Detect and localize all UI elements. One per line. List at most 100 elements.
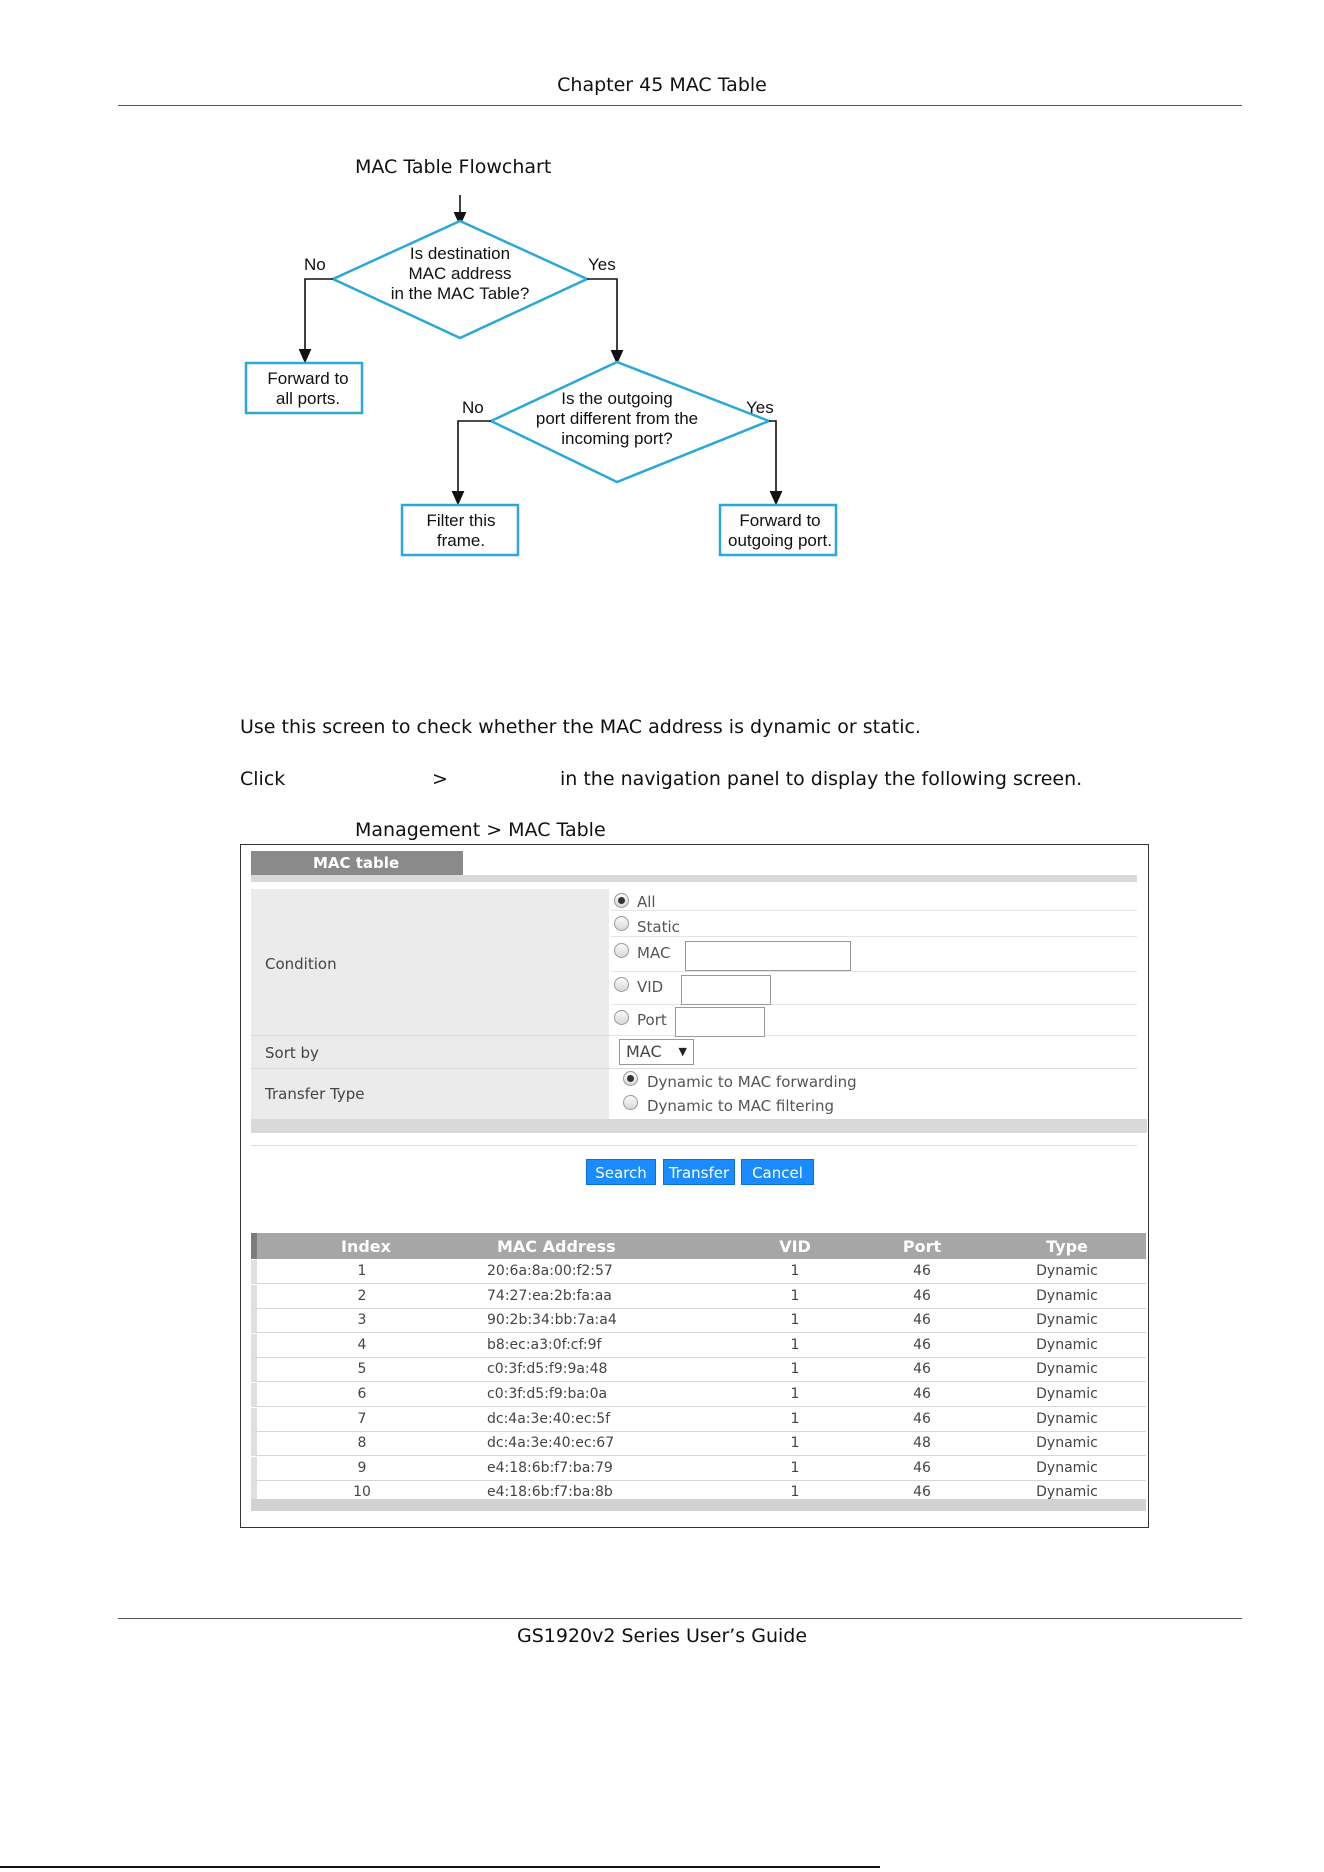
transfer-filtering-radio[interactable] — [623, 1095, 638, 1110]
cell-port: 46 — [913, 1312, 931, 1329]
condition-all-radio[interactable] — [614, 893, 629, 908]
cell-index: 3 — [357, 1312, 367, 1329]
cell-mac-address: c0:3f:d5:f9:ba:0a — [487, 1386, 608, 1402]
forward-all-line2: all ports. — [276, 389, 340, 408]
cell-port: 46 — [913, 1336, 931, 1353]
cell-type: Dynamic — [1036, 1435, 1098, 1452]
click-word: Click — [240, 768, 286, 790]
vid-input[interactable] — [681, 975, 771, 1005]
condition-row-static — [611, 911, 1137, 937]
cell-index: 1 — [357, 1263, 367, 1279]
cell-mac-address: e4:18:6b:f7:ba:8b — [487, 1484, 613, 1501]
filter-line2: frame. — [437, 531, 485, 550]
decision2-yes-label: Yes — [746, 398, 774, 417]
table-footer-bar — [251, 1499, 1146, 1511]
decision2-line1: Is the outgoing — [561, 389, 673, 408]
table-row[interactable]: 7 dc:4a:3e:40:ec:5f 1 46 Dynamic — [251, 1407, 1146, 1432]
page-footer: GS1920v2 Series User’s Guide — [516, 1625, 808, 1647]
mac-input[interactable] — [685, 941, 851, 971]
cell-index: 6 — [357, 1386, 367, 1402]
decision1-line2: MAC address — [409, 264, 512, 283]
cell-type: Dynamic — [1036, 1287, 1098, 1304]
cell-type: Dynamic — [1036, 1312, 1098, 1329]
cell-mac-address: 90:2b:34:bb:7a:a4 — [487, 1312, 617, 1329]
cell-port: 46 — [913, 1263, 931, 1279]
condition-mac-label: MAC — [637, 944, 671, 962]
table-row[interactable]: 5 c0:3f:d5:f9:9a:48 1 46 Dynamic — [251, 1358, 1146, 1383]
row-separator — [251, 1068, 1137, 1069]
table-row[interactable]: 4 b8:ec:a3:0f:cf:9f 1 46 Dynamic — [251, 1333, 1146, 1358]
condition-all-label: All — [637, 893, 656, 911]
table-row[interactable]: 6 c0:3f:d5:f9:ba:0a 1 46 Dynamic — [251, 1383, 1146, 1407]
table-row[interactable]: 9 e4:18:6b:f7:ba:79 1 46 Dynamic — [251, 1456, 1146, 1481]
header-port: Port — [902, 1237, 942, 1256]
transfer-button[interactable]: Transfer — [663, 1159, 735, 1185]
condition-port-label: Port — [637, 1011, 667, 1029]
cell-vid: 1 — [790, 1361, 800, 1378]
table-row[interactable]: 2 74:27:ea:2b:fa:aa 1 46 Dynamic — [251, 1284, 1146, 1309]
cell-mac-address: 74:27:ea:2b:fa:aa — [487, 1287, 612, 1304]
cell-index: 10 — [353, 1484, 371, 1501]
intro-paragraph: Use this screen to check whether the MAC… — [240, 716, 921, 738]
cell-port: 48 — [913, 1435, 931, 1452]
decision1-yes-label: Yes — [588, 255, 616, 274]
cell-mac-address: e4:18:6b:f7:ba:79 — [487, 1459, 613, 1476]
footer-rule — [118, 1618, 1242, 1619]
sort-by-select[interactable]: MAC ▼ — [619, 1039, 694, 1065]
header-type: Type — [1046, 1237, 1088, 1256]
mac-table-screen: MAC table Condition Sort by Transfer Typ… — [240, 844, 1149, 1528]
search-button[interactable]: Search — [586, 1159, 656, 1185]
cell-type: Dynamic — [1036, 1361, 1098, 1378]
cell-mac-address: dc:4a:3e:40:ec:67 — [487, 1435, 615, 1452]
figure-caption: Management > MAC Table — [355, 819, 606, 841]
condition-label: Condition — [265, 955, 337, 973]
cell-index: 7 — [357, 1410, 367, 1427]
table-row[interactable]: 3 90:2b:34:bb:7a:a4 1 46 Dynamic — [251, 1309, 1146, 1334]
cell-index: 8 — [357, 1435, 367, 1452]
cell-index: 5 — [357, 1361, 367, 1378]
condition-vid-radio[interactable] — [614, 977, 629, 992]
table-header: Index MAC Address VID Port Type — [251, 1233, 1146, 1259]
tab-bar: MAC table — [251, 851, 1137, 882]
filter-line1: Filter this — [427, 511, 496, 530]
sort-by-value: MAC — [626, 1042, 662, 1061]
cell-type: Dynamic — [1036, 1459, 1098, 1476]
condition-mac-radio[interactable] — [614, 943, 629, 958]
header-mac-address: MAC Address — [497, 1237, 616, 1256]
header-vid: VID — [779, 1237, 811, 1256]
cell-type: Dynamic — [1036, 1386, 1098, 1402]
click-separator: > — [432, 768, 448, 790]
table-row[interactable]: 8 dc:4a:3e:40:ec:67 1 48 Dynamic — [251, 1432, 1146, 1457]
condition-row-all — [611, 885, 1137, 911]
cell-vid: 1 — [790, 1435, 800, 1452]
condition-vid-label: VID — [637, 978, 664, 996]
cancel-button[interactable]: Cancel — [741, 1159, 814, 1185]
header-index: Index — [341, 1237, 391, 1256]
port-input[interactable] — [675, 1007, 765, 1037]
cell-port: 46 — [913, 1484, 931, 1501]
mac-table-flowchart: MAC Table Flowchart Is destination MAC a… — [244, 156, 838, 557]
cell-vid: 1 — [790, 1287, 800, 1304]
cell-vid: 1 — [790, 1312, 800, 1329]
transfer-filtering-label: Dynamic to MAC filtering — [647, 1097, 835, 1115]
cell-type: Dynamic — [1036, 1410, 1098, 1427]
condition-static-label: Static — [637, 918, 680, 936]
sort-by-label: Sort by — [265, 1044, 319, 1062]
bottom-edge-rule — [0, 1866, 880, 1868]
cell-vid: 1 — [790, 1410, 800, 1427]
tab-mac-table[interactable]: MAC table — [251, 851, 463, 875]
cell-type: Dynamic — [1036, 1263, 1098, 1279]
transfer-forwarding-radio[interactable] — [623, 1071, 638, 1086]
cell-port: 46 — [913, 1361, 931, 1378]
decision2-no-label: No — [462, 398, 484, 417]
cell-vid: 1 — [790, 1484, 800, 1501]
condition-static-radio[interactable] — [614, 916, 629, 931]
cell-port: 46 — [913, 1386, 931, 1402]
decision1-line1: Is destination — [410, 244, 510, 263]
condition-port-radio[interactable] — [614, 1010, 629, 1025]
cell-port: 46 — [913, 1410, 931, 1427]
cell-index: 9 — [357, 1459, 367, 1476]
click-instruction: in the navigation panel to display the f… — [560, 768, 1083, 790]
cell-vid: 1 — [790, 1263, 800, 1279]
table-row[interactable]: 1 20:6a:8a:00:f2:57 1 46 Dynamic — [251, 1260, 1146, 1284]
